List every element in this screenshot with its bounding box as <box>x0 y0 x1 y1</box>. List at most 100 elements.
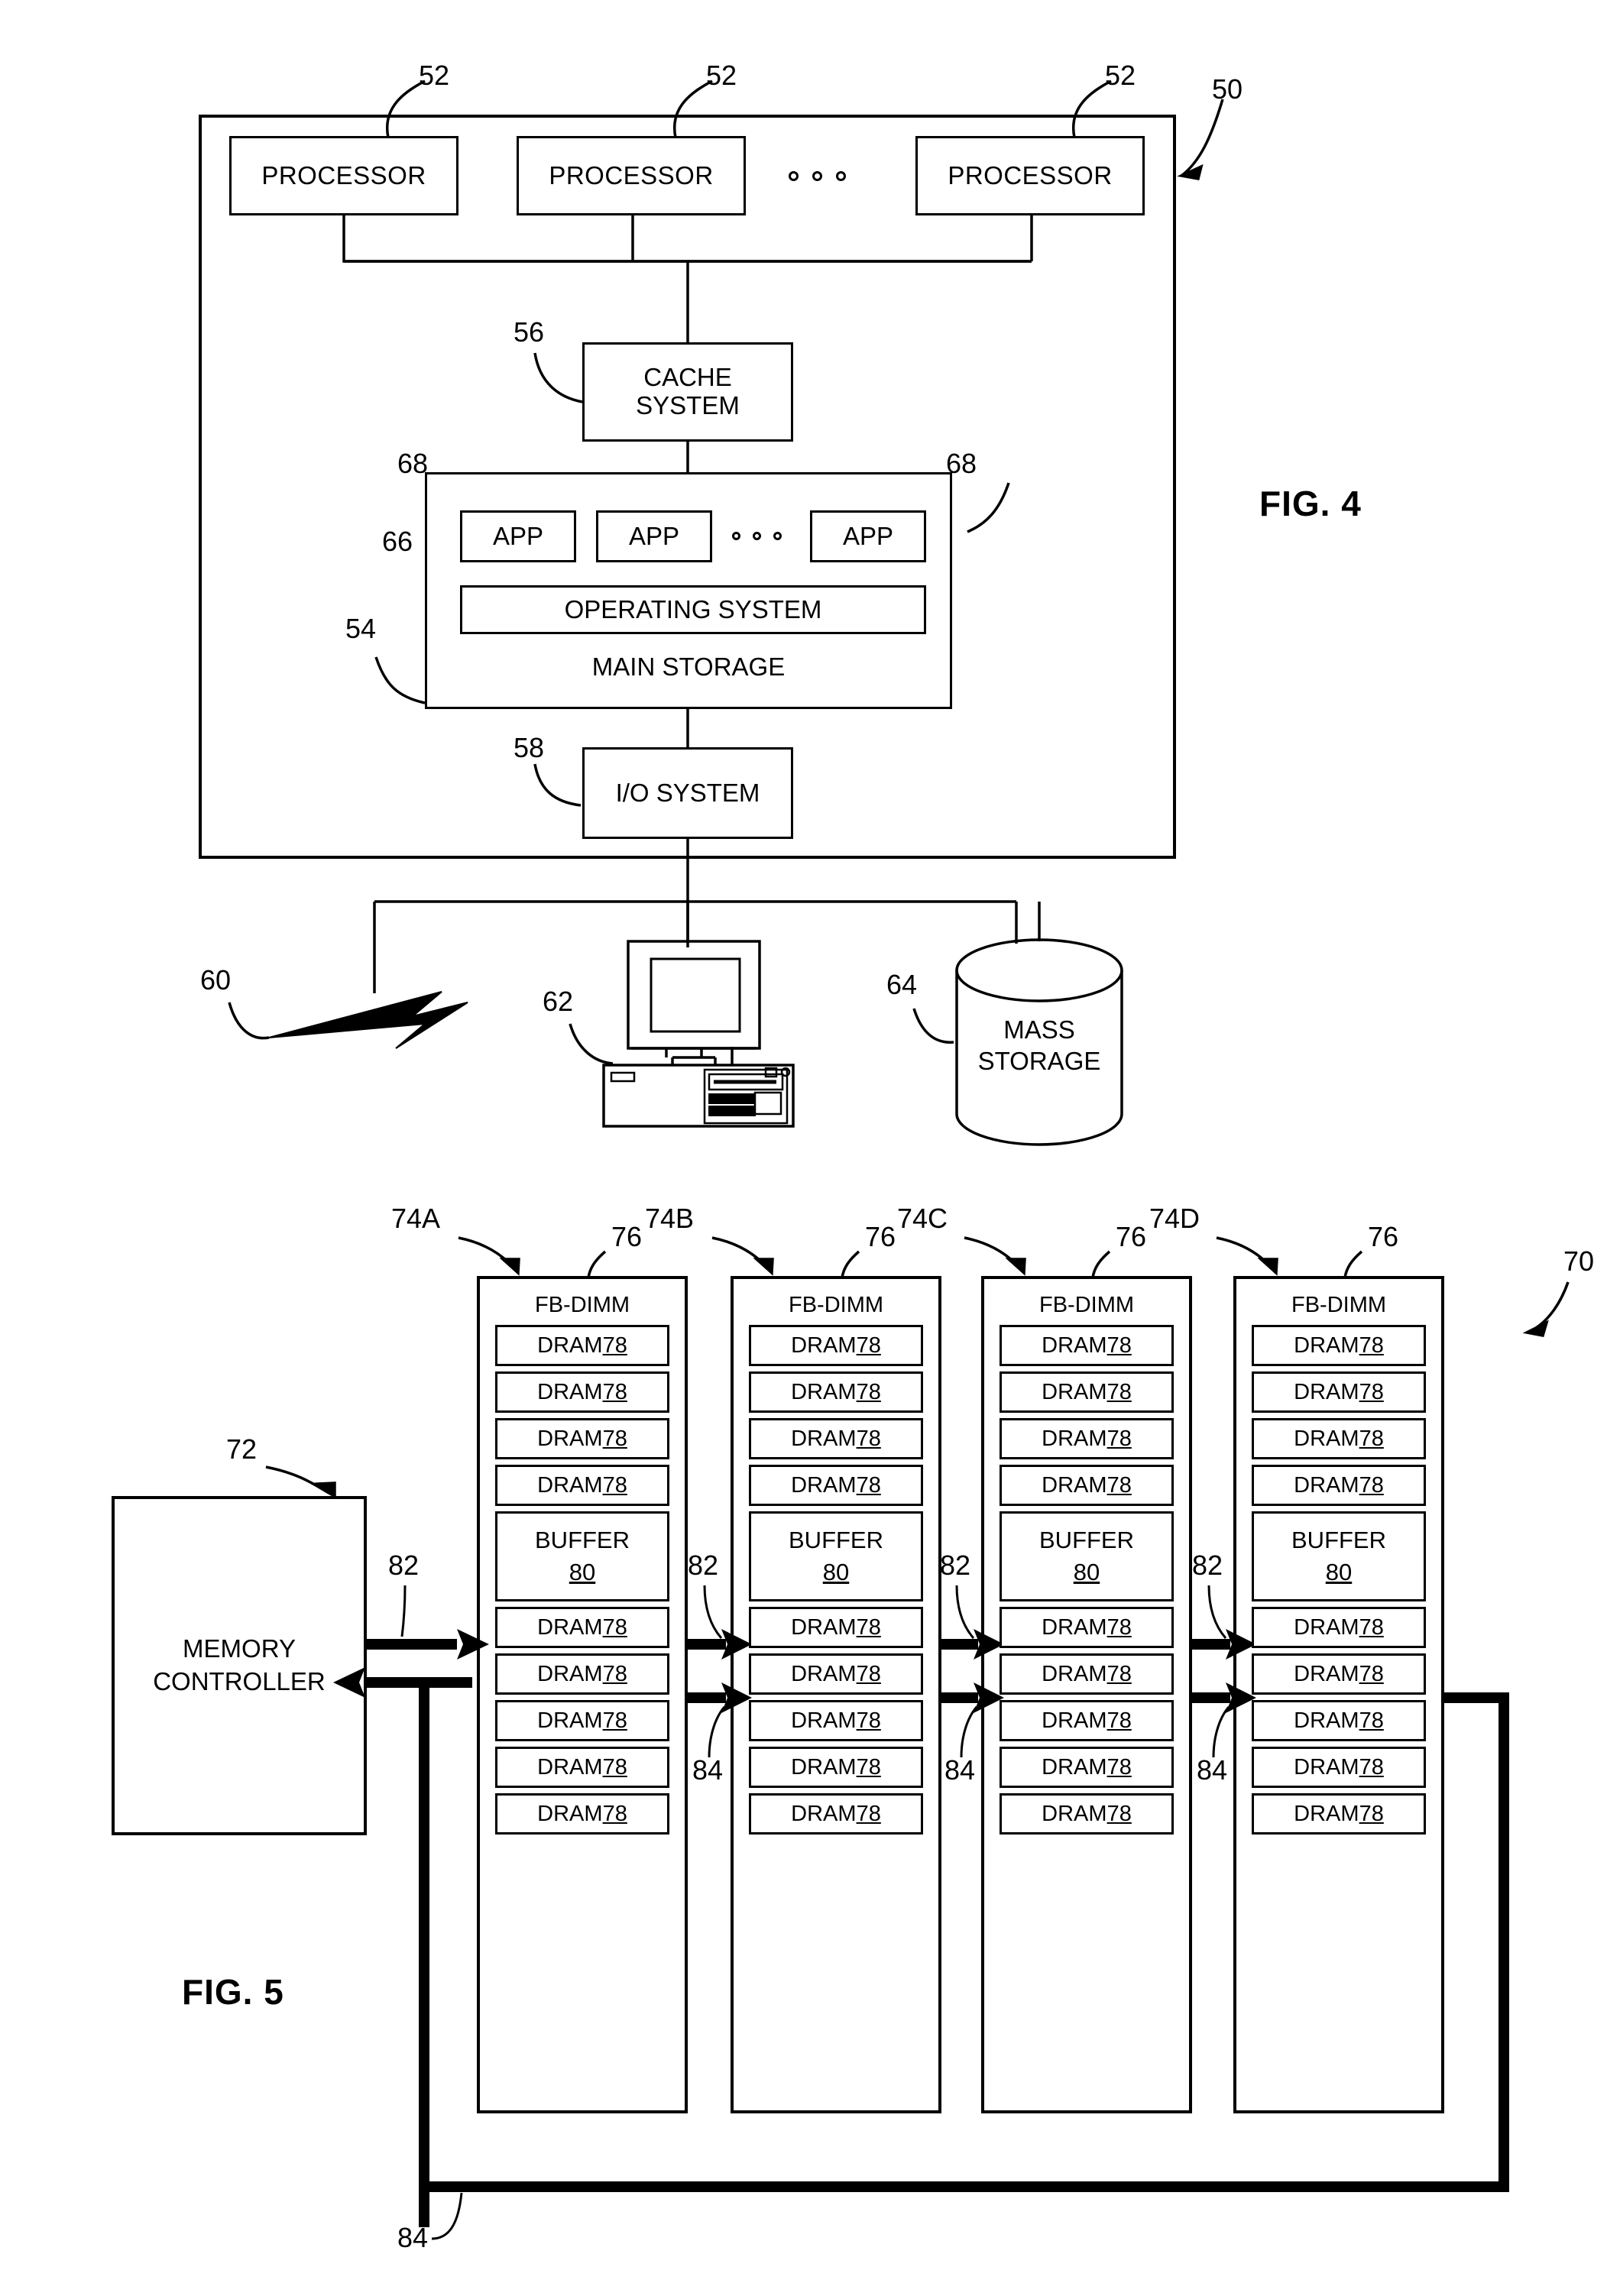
dram-box-74C-8: DRAM 78 <box>1000 1747 1174 1788</box>
dram-label: DRAM <box>1294 1614 1359 1640</box>
dram-box-74C-3: DRAM 78 <box>1000 1418 1174 1459</box>
dram-box-74A-6: DRAM 78 <box>495 1653 669 1695</box>
ref-58: 58 <box>514 732 545 763</box>
dram-label: DRAM <box>791 1426 857 1451</box>
io-system-label: I/O SYSTEM <box>615 778 760 807</box>
ref-60: 60 <box>200 964 232 996</box>
dram-box-74B-4: DRAM 78 <box>749 1465 923 1506</box>
dram-box-74B-1: DRAM 78 <box>749 1325 923 1366</box>
fb-dimm-title-74D: FB-DIMM <box>1291 1292 1387 1317</box>
dram-ref: 78 <box>1106 1661 1132 1686</box>
buffer-ref: 80 <box>1073 1559 1100 1585</box>
dram-label: DRAM <box>1294 1379 1359 1404</box>
dram-label: DRAM <box>1042 1801 1107 1826</box>
dram-ref: 78 <box>1106 1333 1132 1358</box>
cache-system-label-line2: SYSTEM <box>636 391 740 419</box>
ref-52-a: 52 <box>419 60 450 91</box>
fb-dimm-title-74A: FB-DIMM <box>534 1292 630 1317</box>
dram-label: DRAM <box>1042 1472 1107 1498</box>
mass-storage-label-line1: MASS <box>1003 1015 1075 1044</box>
connector-lines-layer <box>112 79 1570 2240</box>
dram-box-74D-5: DRAM 78 <box>1252 1607 1426 1648</box>
dram-ref: 78 <box>602 1801 627 1826</box>
dram-ref: 78 <box>1106 1426 1132 1451</box>
dram-ref: 78 <box>602 1379 627 1404</box>
dram-label: DRAM <box>537 1426 603 1451</box>
dram-ref: 78 <box>856 1614 881 1640</box>
figure-5-caption: FIG. 5 <box>182 1972 284 2012</box>
dram-ref: 78 <box>856 1801 881 1826</box>
app-label-3: APP <box>842 521 894 550</box>
dram-ref: 78 <box>856 1472 881 1498</box>
dram-label: DRAM <box>537 1708 603 1733</box>
buffer-box-74D: BUFFER 80 <box>1252 1511 1426 1601</box>
buffer-box-74B: BUFFER 80 <box>749 1511 923 1601</box>
dram-box-74B-3: DRAM 78 <box>749 1418 923 1459</box>
dram-box-74A-2: DRAM 78 <box>495 1371 669 1413</box>
ref-68-a: 68 <box>397 448 429 479</box>
dram-ref: 78 <box>1106 1754 1132 1779</box>
buffer-label: BUFFER <box>1291 1527 1386 1554</box>
dram-label: DRAM <box>1294 1333 1359 1358</box>
operating-system-label: OPERATING SYSTEM <box>564 594 822 623</box>
dram-ref: 78 <box>1106 1708 1132 1733</box>
dram-ref: 78 <box>602 1661 627 1686</box>
ref-70: 70 <box>1563 1245 1595 1277</box>
dram-label: DRAM <box>791 1472 857 1498</box>
dram-ref: 78 <box>1106 1472 1132 1498</box>
dram-label: DRAM <box>1042 1661 1107 1686</box>
dram-label: DRAM <box>1294 1661 1359 1686</box>
dram-label: DRAM <box>1294 1708 1359 1733</box>
processor-box-2: PROCESSOR <box>517 136 746 215</box>
dram-ref: 78 <box>602 1426 627 1451</box>
dram-label: DRAM <box>1294 1754 1359 1779</box>
dram-box-74B-6: DRAM 78 <box>749 1653 923 1695</box>
ref-74B: 74B <box>645 1203 695 1234</box>
mass-storage-label: MASS STORAGE <box>964 1007 1114 1083</box>
patent-drawing-sheet: PROCESSOR PROCESSOR PROCESSOR CACHE SYST… <box>0 0 1620 2296</box>
dram-box-74C-5: DRAM 78 <box>1000 1607 1174 1648</box>
ref-82-mc: 82 <box>388 1550 420 1581</box>
dram-box-74A-1: DRAM 78 <box>495 1325 669 1366</box>
dram-label: DRAM <box>1042 1379 1107 1404</box>
dram-box-74D-7: DRAM 78 <box>1252 1700 1426 1741</box>
ref-84-b: 84 <box>944 1754 976 1786</box>
ref-74A: 74A <box>391 1203 441 1234</box>
ref-52-b: 52 <box>706 60 737 91</box>
ref-74C: 74C <box>897 1203 948 1234</box>
processor-label-3: PROCESSOR <box>948 160 1113 189</box>
ref-84-return: 84 <box>397 2222 429 2253</box>
app-box-3: APP <box>810 510 926 562</box>
dram-ref: 78 <box>1106 1379 1132 1404</box>
dram-box-74A-9: DRAM 78 <box>495 1793 669 1835</box>
dram-box-74C-7: DRAM 78 <box>1000 1700 1174 1741</box>
dram-label: DRAM <box>791 1333 857 1358</box>
ref-76-c: 76 <box>1116 1221 1147 1252</box>
dram-box-74D-1: DRAM 78 <box>1252 1325 1426 1366</box>
processor-label-1: PROCESSOR <box>261 160 426 189</box>
dram-ref: 78 <box>1359 1426 1384 1451</box>
buffer-ref: 80 <box>569 1559 596 1585</box>
ref-84-a: 84 <box>692 1754 724 1786</box>
buffer-box-74C: BUFFER 80 <box>1000 1511 1174 1601</box>
dram-ref: 78 <box>856 1754 881 1779</box>
dram-box-74C-4: DRAM 78 <box>1000 1465 1174 1506</box>
dram-label: DRAM <box>1042 1614 1107 1640</box>
ref-82-b: 82 <box>940 1550 971 1581</box>
ref-52-c: 52 <box>1105 60 1136 91</box>
fb-dimm-title-74C: FB-DIMM <box>1038 1292 1135 1317</box>
dram-ref: 78 <box>1359 1379 1384 1404</box>
buffer-label: BUFFER <box>789 1527 883 1554</box>
dram-ref: 78 <box>856 1333 881 1358</box>
dram-box-74D-6: DRAM 78 <box>1252 1653 1426 1695</box>
processor-box-3: PROCESSOR <box>915 136 1145 215</box>
dram-box-74C-9: DRAM 78 <box>1000 1793 1174 1835</box>
buffer-ref: 80 <box>822 1559 850 1585</box>
app-label-2: APP <box>628 521 680 550</box>
dram-label: DRAM <box>791 1708 857 1733</box>
ref-54: 54 <box>345 613 377 644</box>
cache-system-box: CACHE SYSTEM <box>582 342 793 442</box>
dram-label: DRAM <box>1042 1754 1107 1779</box>
dram-box-74D-4: DRAM 78 <box>1252 1465 1426 1506</box>
dram-label: DRAM <box>791 1379 857 1404</box>
